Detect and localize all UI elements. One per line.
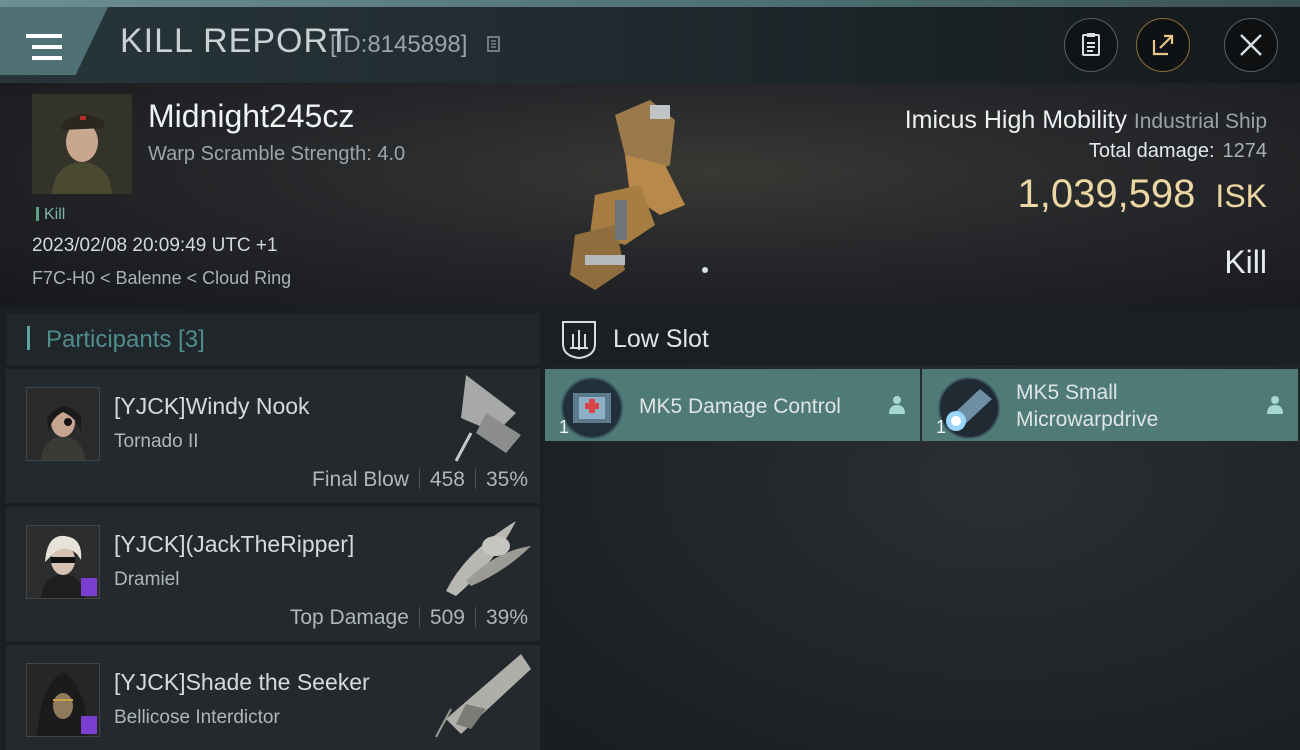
participants-header: Participants [3] — [6, 313, 540, 365]
report-id: [ID:8145898] — [330, 31, 468, 58]
isk-amount: 1,039,598 — [1017, 172, 1196, 216]
damage-control-icon — [561, 377, 623, 439]
module-slot[interactable]: 1 MK5 Damage Control — [545, 369, 920, 441]
participant-ship-image — [435, 654, 531, 738]
avatar[interactable] — [26, 387, 100, 461]
ship-name-text: Imicus High Mobility — [904, 106, 1127, 134]
stat-divider — [474, 469, 476, 489]
participant-percent: 35% — [485, 468, 528, 491]
isk-unit: ISK — [1215, 178, 1267, 214]
module-quantity: 1 — [936, 417, 947, 437]
participant-percent: 39% — [485, 606, 528, 629]
close-button[interactable] — [1224, 18, 1278, 72]
close-icon — [1240, 34, 1262, 56]
participant-stats: Top Damage 509 39% — [290, 606, 528, 630]
participant-card[interactable]: [YJCK](JackTheRipper] Dramiel Top Damage… — [6, 507, 540, 641]
participant-card[interactable]: [YJCK]Windy Nook Tornado II Final Blow 45… — [6, 369, 540, 503]
module-name-line2: Microwarpdrive — [1016, 408, 1159, 431]
person-icon — [889, 396, 905, 414]
participant-label: Top Damage — [289, 606, 409, 629]
participant-name: [YJCK](JackTheRipper] — [114, 531, 355, 557]
participant-ship: Tornado II — [114, 431, 199, 452]
participant-name: [YJCK]Shade the Seeker — [114, 669, 370, 695]
total-damage: Total damage: 1274 — [1089, 140, 1267, 163]
low-slot-title: Low Slot — [613, 325, 709, 353]
participant-label: Final Blow — [312, 468, 409, 491]
participant-ship: Dramiel — [114, 569, 180, 590]
low-slot-icon — [562, 321, 596, 360]
ship-class-text: Industrial Ship — [1133, 110, 1267, 133]
stat-divider — [474, 607, 476, 627]
copy-icon[interactable] — [487, 36, 503, 54]
person-icon — [1267, 396, 1283, 414]
participants-title: Participants [3] — [46, 326, 205, 353]
victim-name: Midnight245cz — [148, 98, 355, 134]
clipboard-button[interactable] — [1064, 18, 1118, 72]
avatar[interactable] — [26, 525, 100, 599]
stat-divider — [418, 607, 420, 627]
module-name: MK5 Small Microwarpdrive — [1016, 379, 1158, 433]
participant-card[interactable]: [YJCK]Shade the Seeker Bellicose Interdi… — [6, 645, 540, 750]
kill-datetime: 2023/02/08 20:09:49 UTC +1 — [32, 235, 278, 256]
purple-badge — [81, 578, 97, 596]
participant-name: [YJCK]Windy Nook — [114, 393, 310, 419]
participant-damage: 509 — [429, 606, 465, 629]
kill-location: F7C-H0 < Balenne < Cloud Ring — [32, 268, 292, 288]
stat-divider — [418, 469, 420, 489]
share-icon — [1152, 34, 1174, 56]
total-damage-value: 1274 — [1222, 140, 1268, 162]
participant-ship-image — [446, 521, 531, 596]
victim-ship-image — [570, 100, 708, 290]
participant-ship-image — [454, 375, 521, 462]
victim-portrait[interactable] — [32, 94, 132, 194]
isk-value: 1,039,598 ISK — [1017, 172, 1267, 217]
participants-accent-bar — [27, 326, 30, 350]
participant-ship: Bellicose Interdictor — [114, 707, 280, 728]
kill-tag: Kill — [36, 206, 65, 224]
header-accent-line — [0, 0, 1300, 7]
share-button[interactable] — [1136, 18, 1190, 72]
module-name-line1: MK5 Small — [1016, 381, 1118, 404]
menu-icon — [26, 34, 62, 62]
warp-scramble-strength: Warp Scramble Strength: 4.0 — [148, 143, 406, 165]
module-name: MK5 Damage Control — [639, 395, 841, 418]
purple-badge — [81, 716, 97, 734]
participant-stats: Final Blow 458 35% — [312, 468, 528, 492]
avatar[interactable] — [26, 663, 100, 737]
clipboard-icon — [1082, 33, 1100, 56]
total-damage-label: Total damage: — [1088, 140, 1215, 162]
victim-portrait-image — [32, 94, 132, 194]
avatar-image — [27, 388, 99, 460]
page-title: KILL REPORT — [120, 22, 351, 60]
victim-ship-name: Imicus High Mobility Industrial Ship — [905, 106, 1267, 135]
participant-damage: 458 — [429, 468, 465, 491]
kill-result: Kill — [1224, 244, 1267, 280]
microwarpdrive-icon — [938, 377, 1000, 439]
module-slot[interactable]: 1 MK5 Small Microwarpdrive — [922, 369, 1298, 441]
module-quantity: 1 — [559, 417, 570, 437]
